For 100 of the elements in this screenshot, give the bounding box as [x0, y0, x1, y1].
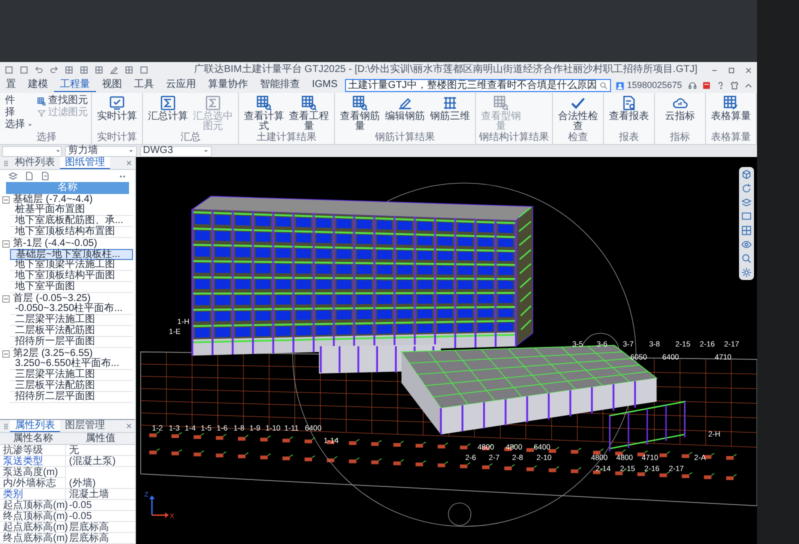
panel-tab[interactable]: 图层管理 — [60, 420, 110, 432]
grid-icon[interactable] — [94, 65, 104, 75]
grid-icon[interactable] — [741, 225, 752, 236]
layers-icon[interactable] — [8, 171, 18, 181]
tree-group-label[interactable]: 基础层 (-7.4~-4.4) — [13, 194, 93, 204]
tree-item[interactable]: 地下室顶板结构布置图 — [10, 227, 133, 238]
menu-tab[interactable]: IGMS — [306, 79, 344, 92]
ribbon-button[interactable]: 合法性检查 — [556, 95, 600, 132]
ribbon-button[interactable]: 表格算量 — [709, 95, 753, 122]
collapse-box-icon[interactable] — [2, 240, 10, 248]
restore-icon[interactable] — [727, 66, 736, 74]
ribbon-button[interactable]: 查看工程量 — [287, 95, 331, 132]
ribbon-button[interactable]: 查找图元 — [37, 95, 88, 107]
ribbon-button[interactable]: 选择 — [5, 119, 33, 131]
headset-icon[interactable] — [688, 81, 697, 90]
property-name: 内/外墙标志 — [0, 478, 66, 489]
ribbon-button[interactable]: 编辑钢筋 — [383, 95, 427, 122]
settings-icon[interactable] — [741, 267, 752, 278]
menu-tab[interactable]: 算量协作 — [202, 79, 254, 92]
rotate-icon[interactable] — [741, 183, 752, 194]
ribbon-button[interactable]: 查看计算式 — [242, 95, 286, 132]
cube-icon[interactable] — [741, 169, 752, 180]
screen-icon[interactable] — [741, 211, 752, 222]
zoom-icon[interactable] — [741, 253, 752, 264]
tree-item[interactable]: 桩基平面布置图 — [10, 205, 133, 216]
tree-item[interactable]: 3.250~6.550柱平面布... — [10, 359, 133, 370]
menu-tab[interactable]: 工具 — [128, 79, 160, 92]
tree-item[interactable]: 招待所一层平面图 — [10, 337, 133, 348]
pencil-icon[interactable] — [109, 65, 119, 75]
redo-icon[interactable] — [49, 65, 59, 75]
ribbon-button[interactable]: 件 — [5, 95, 33, 107]
user-icon[interactable] — [614, 80, 625, 90]
grip-icon[interactable] — [2, 158, 10, 168]
tree-item[interactable]: 三层梁平法施工图 — [10, 370, 133, 381]
layers-icon[interactable] — [741, 197, 752, 208]
property-value[interactable]: 层底标高 — [66, 533, 135, 544]
grid-search-icon — [301, 95, 317, 111]
grid-icon[interactable] — [79, 65, 89, 75]
axis-label: 2-10 — [536, 452, 552, 462]
panel-tab[interactable]: 图纸管理 — [60, 157, 110, 169]
ribbon-button[interactable]: 钢筋三维 — [428, 95, 472, 122]
close-icon[interactable] — [125, 159, 133, 167]
close-icon[interactable] — [744, 66, 753, 74]
panel-tab[interactable]: 属性列表 — [10, 420, 60, 432]
ribbon-button[interactable]: 实时计算 — [95, 95, 139, 122]
property-value[interactable]: -0.05 — [66, 511, 135, 522]
property-value[interactable]: 无 — [66, 445, 135, 456]
group-label: 选择 — [36, 132, 58, 144]
tree-item[interactable]: 地下室底板配筋图、承... — [10, 216, 133, 227]
menu-tab[interactable]: 云应用 — [160, 79, 202, 92]
tree-item[interactable]: 二层梁平法施工图 — [10, 315, 133, 326]
collapse-box-icon[interactable] — [2, 350, 10, 358]
tree-item[interactable]: 地下室顶梁平法施工图 — [10, 260, 133, 271]
undo-icon[interactable] — [34, 65, 44, 75]
help-icon[interactable] — [716, 81, 725, 90]
property-value[interactable]: (外墙) — [66, 478, 135, 489]
menu-tab[interactable]: 智能排查 — [254, 79, 306, 92]
document-icon[interactable] — [40, 171, 50, 181]
message-icon[interactable] — [702, 81, 711, 90]
rect-icon[interactable] — [139, 65, 149, 75]
tree-item[interactable]: 地下室顶板结构平面图 — [10, 271, 133, 282]
search-icon[interactable] — [598, 81, 608, 90]
tree-group-label[interactable]: 首层 (-0.05~3.25) — [13, 294, 91, 304]
close-icon[interactable] — [125, 422, 133, 430]
ribbon-button[interactable]: 云指标 — [658, 95, 702, 122]
menu-tab[interactable]: 视图 — [96, 79, 128, 92]
tree-item[interactable]: 三层板平法配筋图 — [10, 381, 133, 392]
document-icon[interactable] — [24, 171, 34, 181]
grid-icon[interactable] — [64, 65, 74, 75]
shirt-icon[interactable] — [730, 81, 739, 90]
grid-icon[interactable] — [124, 65, 134, 75]
tree-item[interactable]: 招待所二层平面图 — [10, 392, 133, 403]
property-value[interactable]: -0.05 — [66, 500, 135, 511]
panel-tab[interactable]: 构件列表 — [10, 157, 60, 169]
menu-tab[interactable]: 建模 — [22, 79, 54, 92]
tree-item[interactable]: -0.050~3.250柱平面布... — [10, 304, 133, 315]
tree-group-label[interactable]: 第-1层 (-4.4~-0.05) — [13, 238, 98, 248]
axis-label: 6400 — [534, 442, 550, 452]
tree-group-label[interactable]: 第2层 (3.25~6.55) — [13, 348, 93, 358]
tree-item[interactable]: 地下室平面图 — [10, 282, 133, 293]
ribbon-button[interactable]: 查看钢筋量 — [338, 95, 382, 132]
tree-item[interactable]: 二层板平法配筋图 — [10, 326, 133, 337]
ribbon-button[interactable]: 汇总计算 — [146, 95, 190, 122]
dropdown-field[interactable]: DWG3 — [140, 146, 212, 156]
help-search-field[interactable]: 土建计量GTJ中，整楼图元三维查看时不合填是什么原因 — [345, 79, 611, 92]
property-value[interactable]: 层底标高 — [66, 522, 135, 533]
collapse-icon[interactable] — [744, 81, 753, 90]
tree-item[interactable]: 基础层~地下室顶板柱... — [10, 249, 133, 260]
menu-tab[interactable]: 工程量 — [54, 79, 96, 92]
eye-icon[interactable] — [741, 239, 752, 250]
grip-icon[interactable] — [2, 422, 10, 430]
collapse-box-icon[interactable] — [2, 196, 10, 204]
menu-tab[interactable]: 置 — [0, 79, 22, 92]
ribbon-button[interactable]: 查看报表 — [607, 95, 651, 122]
property-value[interactable]: (混凝土泵) — [66, 456, 135, 467]
dropdown-field[interactable] — [2, 146, 62, 156]
dropdown-field[interactable]: 剪力墙 — [65, 146, 137, 156]
collapse-box-icon[interactable] — [2, 294, 10, 302]
ribbon-button[interactable]: 择 — [5, 107, 33, 119]
property-value[interactable]: 混凝土墙 — [66, 489, 135, 500]
